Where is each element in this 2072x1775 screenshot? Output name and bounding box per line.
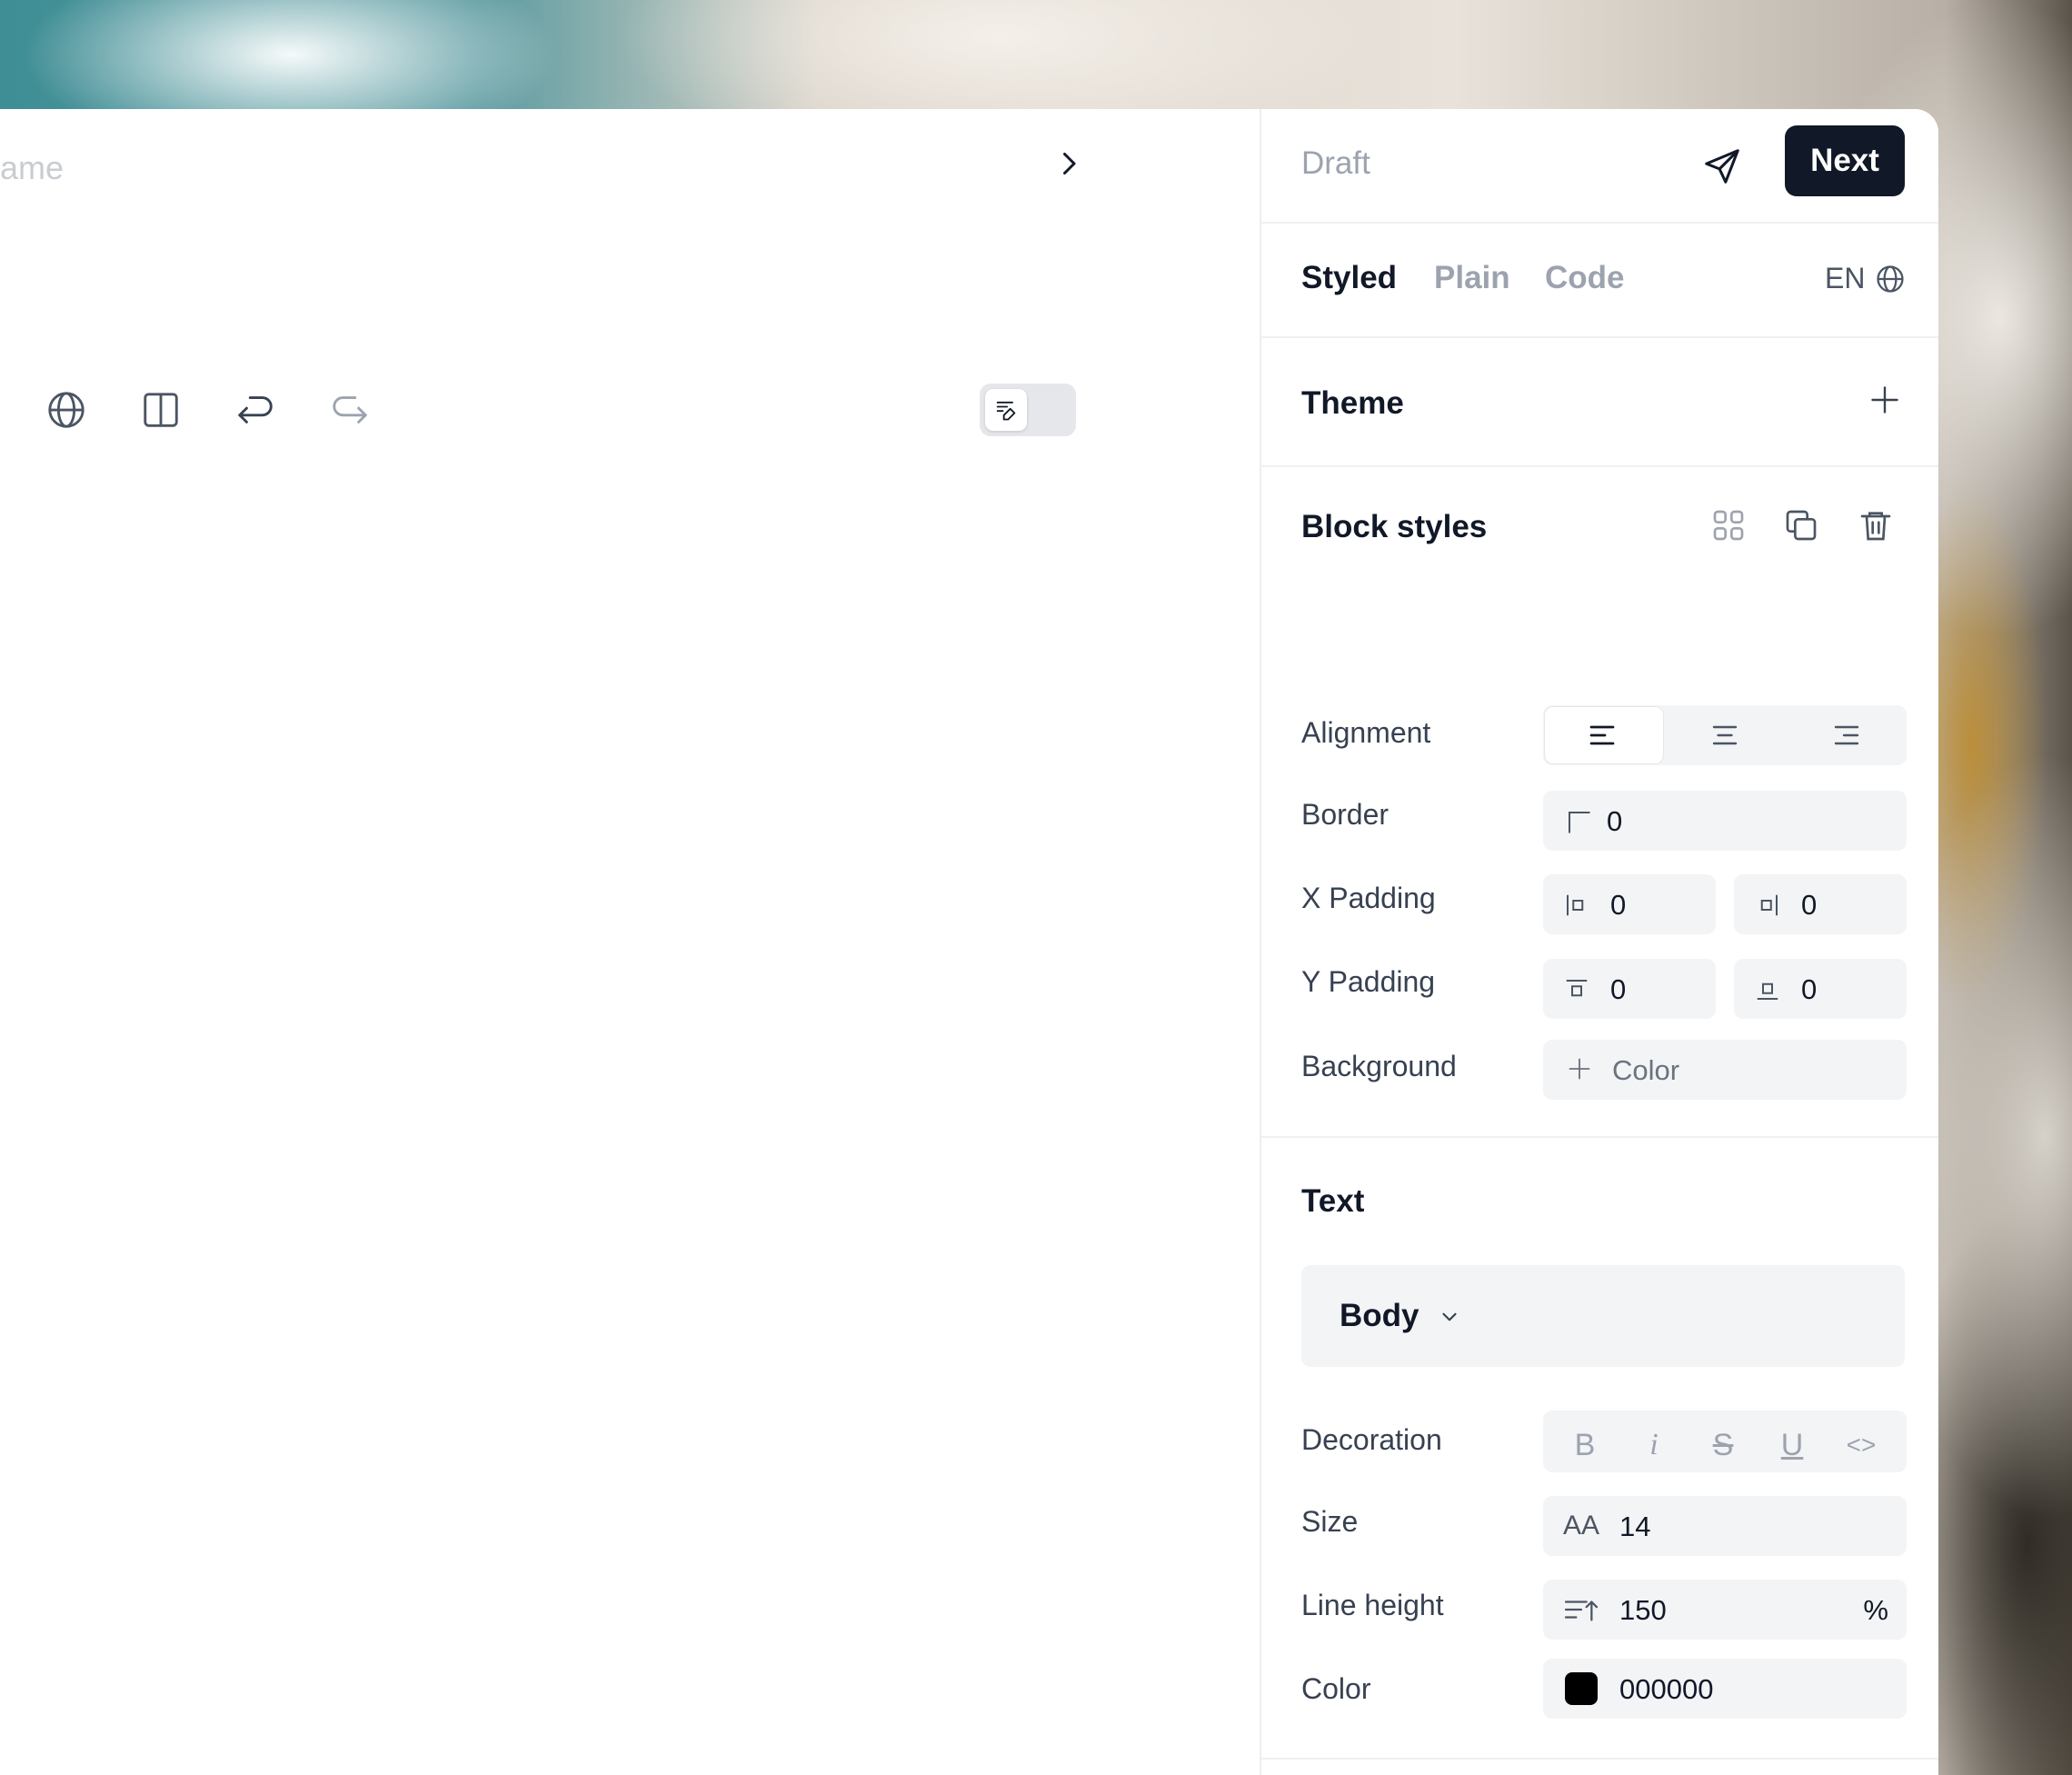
trash-icon[interactable]	[1858, 507, 1894, 543]
y-padding-label: Y Padding	[1301, 965, 1436, 998]
size-input[interactable]: AA 14	[1543, 1496, 1907, 1556]
color-swatch[interactable]	[1565, 1672, 1598, 1705]
edit-mode-toggle[interactable]	[980, 384, 1076, 436]
line-height-value: 150	[1619, 1594, 1667, 1626]
color-label: Color	[1301, 1672, 1371, 1705]
text-section: Text Body Decoration B i S U <> Size AA …	[1261, 1136, 1938, 1760]
alignment-label: Alignment	[1301, 716, 1431, 749]
background-placeholder: Color	[1612, 1054, 1680, 1086]
border-input[interactable]: 0	[1543, 791, 1907, 851]
background-label: Background	[1301, 1050, 1457, 1082]
color-value: 000000	[1619, 1673, 1714, 1705]
padding-left-input[interactable]: 0	[1543, 874, 1716, 934]
border-radius-icon	[1569, 812, 1590, 833]
border-value: 0	[1607, 805, 1623, 837]
underline-button[interactable]: U	[1772, 1425, 1812, 1465]
duplicate-icon[interactable]	[1783, 507, 1819, 543]
edit-note-icon	[996, 401, 1016, 421]
font-size-icon: AA	[1563, 1511, 1600, 1541]
text-title: Text	[1301, 1183, 1365, 1219]
chevron-right-icon[interactable]	[1052, 147, 1085, 180]
tab-code[interactable]: Code	[1545, 260, 1625, 296]
send-icon[interactable]	[1701, 145, 1743, 187]
italic-button[interactable]: i	[1634, 1425, 1674, 1465]
undo-icon[interactable]	[234, 389, 276, 431]
size-label: Size	[1301, 1505, 1359, 1538]
add-theme-icon[interactable]	[1868, 384, 1901, 416]
decoration-label: Decoration	[1301, 1423, 1442, 1456]
block-styles-title: Block styles	[1301, 509, 1488, 544]
percent-unit: %	[1863, 1594, 1888, 1626]
bold-button[interactable]: B	[1565, 1425, 1605, 1465]
line-height-input[interactable]: 150 %	[1543, 1580, 1907, 1640]
line-height-label: Line height	[1301, 1589, 1444, 1621]
name-input[interactable]: ame	[0, 149, 64, 187]
redo-icon[interactable]	[329, 389, 371, 431]
text-color-input[interactable]: 000000	[1543, 1659, 1907, 1719]
plus-icon	[1569, 1058, 1590, 1080]
globe-icon[interactable]	[45, 389, 87, 431]
chevron-down-icon	[1442, 1312, 1457, 1321]
toggle-knob	[985, 389, 1027, 431]
alignment-control	[1543, 705, 1907, 765]
next-button[interactable]: Next	[1785, 125, 1905, 196]
padding-top-input[interactable]: 0	[1543, 959, 1716, 1019]
padding-left-value: 0	[1610, 889, 1627, 921]
background-color-input[interactable]: Color	[1543, 1040, 1907, 1100]
align-right-icon[interactable]	[1830, 719, 1863, 752]
app-window: ame Draft Next Styled Plain Code EN Them…	[0, 109, 1938, 1775]
padding-right-icon	[1760, 894, 1778, 916]
editor-canvas: ame	[0, 109, 1260, 1775]
size-value: 14	[1619, 1511, 1651, 1542]
view-tabs: Styled Plain Code EN	[1261, 222, 1938, 338]
text-style-value: Body	[1340, 1298, 1420, 1333]
block-styles-section: Block styles Alignment Border 0 X Paddin…	[1261, 465, 1938, 1138]
padding-right-value: 0	[1801, 889, 1818, 921]
properties-panel: Draft Next Styled Plain Code EN Theme Bl…	[1260, 109, 1938, 1775]
padding-bottom-input[interactable]: 0	[1734, 959, 1907, 1019]
status-label: Draft	[1301, 145, 1370, 181]
panel-header: Draft Next	[1261, 109, 1938, 224]
tab-styled[interactable]: Styled	[1301, 260, 1397, 296]
padding-bottom-icon	[1757, 982, 1778, 1000]
decoration-control: B i S U <>	[1543, 1411, 1907, 1472]
align-left-icon[interactable]	[1586, 719, 1619, 752]
padding-top-icon	[1566, 980, 1588, 997]
columns-icon[interactable]	[140, 389, 182, 431]
tab-plain[interactable]: Plain	[1434, 260, 1510, 296]
line-height-icon	[1564, 1600, 1599, 1621]
language-label[interactable]: EN	[1825, 262, 1865, 295]
globe-icon[interactable]	[1875, 264, 1906, 294]
border-label: Border	[1301, 798, 1390, 831]
theme-section: Theme	[1261, 336, 1938, 467]
x-padding-label: X Padding	[1301, 882, 1436, 914]
code-button[interactable]: <>	[1841, 1425, 1881, 1465]
padding-top-value: 0	[1610, 973, 1627, 1005]
theme-title: Theme	[1301, 385, 1404, 421]
align-center-icon[interactable]	[1708, 719, 1741, 752]
text-style-select[interactable]: Body	[1301, 1265, 1905, 1367]
padding-bottom-value: 0	[1801, 973, 1818, 1005]
grid-icon[interactable]	[1710, 507, 1747, 543]
padding-left-icon	[1567, 894, 1584, 916]
padding-right-input[interactable]: 0	[1734, 874, 1907, 934]
strikethrough-button[interactable]: S	[1703, 1425, 1743, 1465]
